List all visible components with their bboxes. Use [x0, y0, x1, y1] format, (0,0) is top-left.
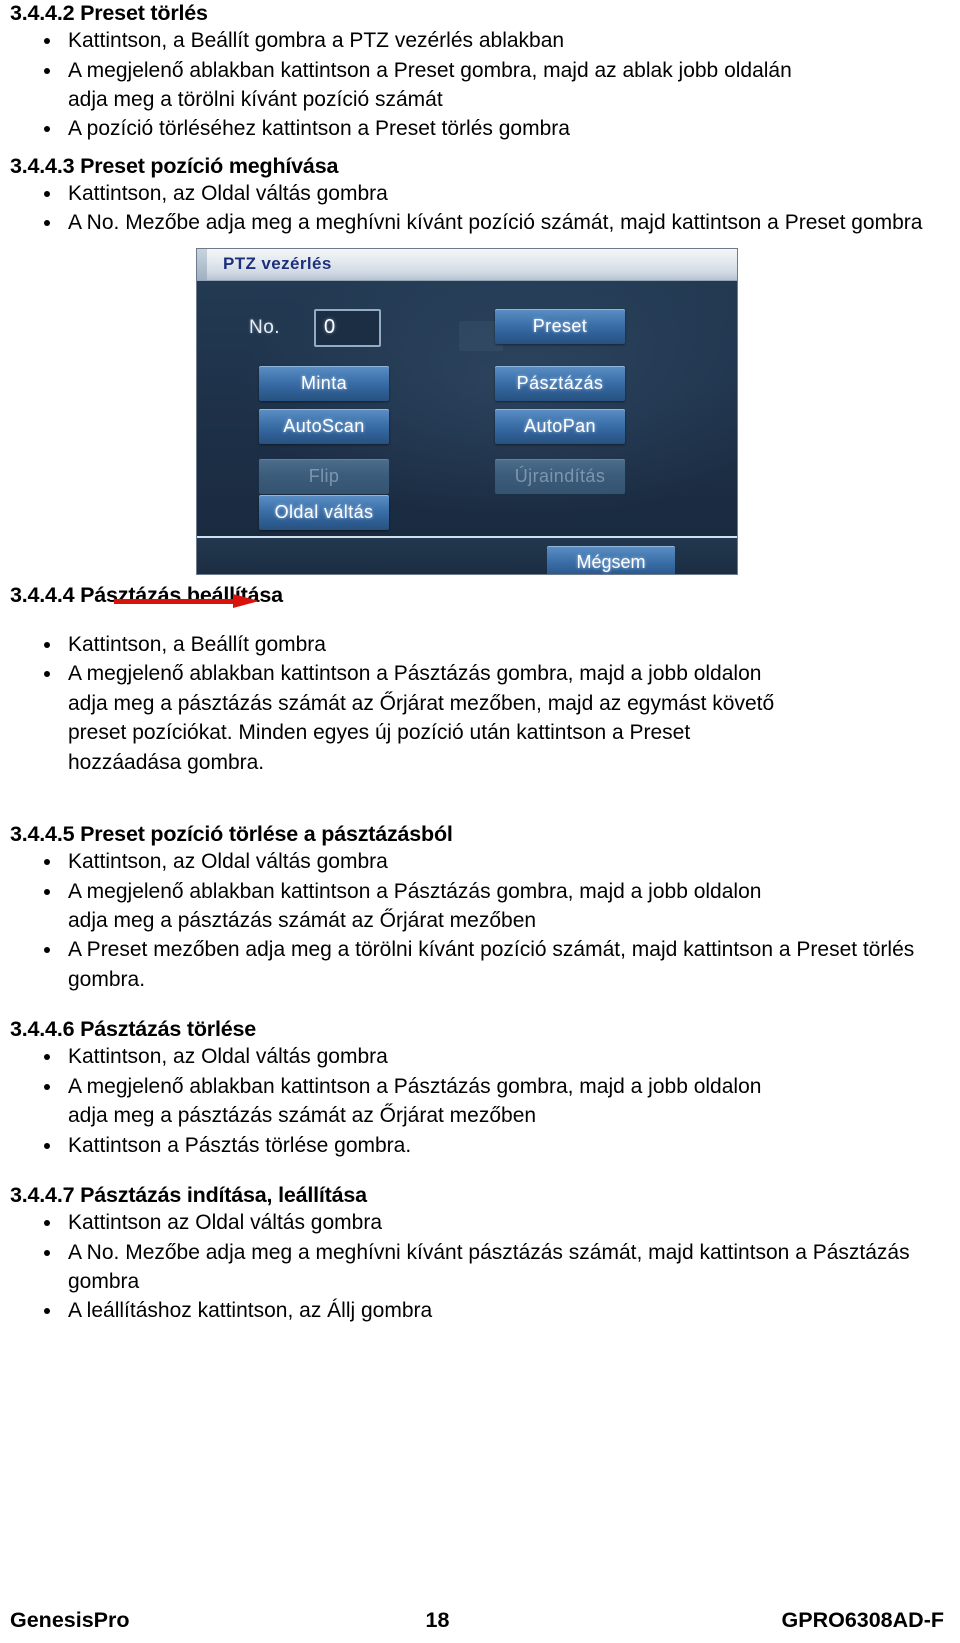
list-item-text: Preset gombra [784, 211, 923, 235]
list-item-text: Kattintson a Pásztás törlése gombra. [68, 1133, 412, 1157]
list-item: A megjelenő ablakban kattintson a Pásztá… [10, 1072, 942, 1131]
titlebar-accent [197, 248, 207, 280]
list-item-text: Kattintson, az Oldal váltás gombra [68, 1045, 388, 1069]
bullet-list-3444: Kattintson, a Beállít gombra A megjelenő… [10, 630, 942, 777]
list-item-text: A megjelenő ablakban kattintson a Pásztá… [68, 879, 762, 903]
list-item: Kattintson, az Oldal váltás gombra [10, 1042, 942, 1071]
list-item-text: A megjelenő ablakban kattintson a Pásztá… [68, 1074, 762, 1098]
list-item: A No. Mezőbe adja meg a meghívni kívánt … [10, 208, 942, 237]
footer-model-code: GPRO6308AD-F [781, 1608, 945, 1632]
list-item-text: Kattintson, az Oldal váltás gombra [68, 850, 388, 874]
ptz-control-figure: PTZ vezérlés No. 0 Preset Minta Pásztázá… [10, 244, 942, 608]
list-item: Kattintson a Pásztás törlése gombra. [10, 1131, 942, 1160]
dialog-titlebar: PTZ vezérlés [197, 248, 737, 281]
ujrainditas-button[interactable]: Újraindítás [495, 458, 625, 494]
section-heading-3442: 3.4.4.2 Preset törlés [10, 1, 208, 25]
list-item-text: A No. Mezőbe adja meg a meghívni kívánt … [68, 1240, 790, 1264]
ptz-control-dialog: PTZ vezérlés No. 0 Preset Minta Pásztázá… [197, 248, 737, 574]
footer-page-number: 18 [425, 1608, 450, 1632]
list-item-text: adja meg a pásztázás számát az Őrjárat m… [68, 691, 775, 715]
list-item: Kattintson, az Oldal váltás gombra [10, 179, 942, 208]
document-page: 3.4.4.2 Preset törlés Kattintson, a Beál… [0, 0, 960, 1643]
list-item: A Preset mezőben adja meg a törölni kívá… [10, 935, 942, 994]
list-item: Kattintson, az Oldal váltás gombra [10, 847, 942, 876]
list-item: A pozíció törléséhez kattintson a Preset… [10, 114, 942, 143]
minta-button[interactable]: Minta [259, 365, 389, 401]
dialog-footer: Mégsem [197, 535, 737, 574]
list-item-text: adja meg a pásztázás számát az Őrjárat m… [68, 908, 537, 932]
list-item: Kattintson az Oldal váltás gombra [10, 1208, 942, 1237]
bullet-list-3443: Kattintson, az Oldal váltás gombra A No.… [10, 179, 942, 238]
no-input-value: 0 [324, 315, 336, 338]
arrow-head [233, 593, 259, 608]
arrow-shaft [114, 598, 234, 604]
list-item: A megjelenő ablakban kattintson a Pásztá… [10, 659, 942, 777]
list-item-text: A megjelenő ablakban kattintson a Pásztá… [68, 662, 762, 686]
list-item-text: hozzáadása gombra. [68, 750, 265, 774]
flip-button[interactable]: Flip [259, 458, 389, 494]
autoscan-button[interactable]: AutoScan [259, 408, 389, 444]
list-item-text: Kattintson az Oldal váltás gombra [68, 1211, 382, 1235]
dialog-title: PTZ vezérlés [223, 253, 332, 273]
list-item-text: A No. Mezőbe adja meg a meghívni kívánt … [68, 211, 779, 235]
list-item-text: A megjelenő ablakban kattintson a Preset… [68, 58, 792, 82]
oldal-valtas-button[interactable]: Oldal váltás [259, 494, 389, 530]
list-item-text: Kattintson, az Oldal váltás gombra [68, 182, 388, 205]
preset-button[interactable]: Preset [495, 308, 625, 344]
no-field-label: No. [249, 316, 281, 338]
section-heading-3445: 3.4.4.5 Preset pozíció törlése a pásztáz… [10, 821, 453, 846]
bullet-list-3442: Kattintson, a Beállít gombra a PTZ vezér… [10, 26, 942, 144]
dialog-body: No. 0 Preset Minta Pásztázás AutoScan Au… [197, 280, 737, 536]
footer-brand: GenesisPro [10, 1608, 130, 1632]
cancel-button[interactable]: Mégsem [547, 545, 675, 574]
autopan-button[interactable]: AutoPan [495, 408, 625, 444]
pasztazas-button[interactable]: Pásztázás [495, 365, 625, 401]
list-item-text: adja meg a törölni kívánt pozíció számát [68, 88, 443, 111]
list-item-text: A leállításhoz kattintson, az Állj gombr… [68, 1299, 433, 1323]
section-heading-3447: 3.4.4.7 Pásztázás indítása, leállítása [10, 1182, 367, 1207]
list-item: A megjelenő ablakban kattintson a Pásztá… [10, 877, 942, 936]
list-item: Kattintson, a Beállít gombra a PTZ vezér… [10, 26, 942, 55]
list-item: A No. Mezőbe adja meg a meghívni kívánt … [10, 1238, 942, 1297]
list-item-text: A pozíció törléséhez kattintson a Preset… [68, 117, 570, 141]
list-item-text: Kattintson, a Beállít gombra [68, 633, 326, 656]
red-right-arrow-icon [114, 593, 259, 608]
section-heading-3446: 3.4.4.6 Pásztázás törlése [10, 1017, 256, 1042]
bullet-list-3445: Kattintson, az Oldal váltás gombra A meg… [10, 847, 942, 994]
list-item: A megjelenő ablakban kattintson a Preset… [10, 56, 942, 115]
page-footer: GenesisPro 18 GPRO6308AD-F [0, 1608, 960, 1633]
section-heading-3443: 3.4.4.3 Preset pozíció meghívása [10, 153, 339, 178]
list-item-text: adja meg a pásztázás számát az Őrjárat m… [68, 1104, 537, 1128]
list-item: Kattintson, a Beállít gombra [10, 630, 942, 659]
list-item: A leállításhoz kattintson, az Állj gombr… [10, 1296, 942, 1325]
list-item-text: preset pozíciókat. Minden egyes új pozíc… [68, 721, 691, 745]
no-input[interactable]: 0 [314, 308, 381, 347]
bullet-list-3447: Kattintson az Oldal váltás gombra A No. … [10, 1208, 942, 1326]
bullet-list-3446: Kattintson, az Oldal váltás gombra A meg… [10, 1042, 942, 1160]
list-item-text: A Preset mezőben adja meg a törölni kívá… [68, 938, 791, 962]
list-item-text: Kattintson, a Beállít gombra a PTZ vezér… [68, 29, 565, 53]
